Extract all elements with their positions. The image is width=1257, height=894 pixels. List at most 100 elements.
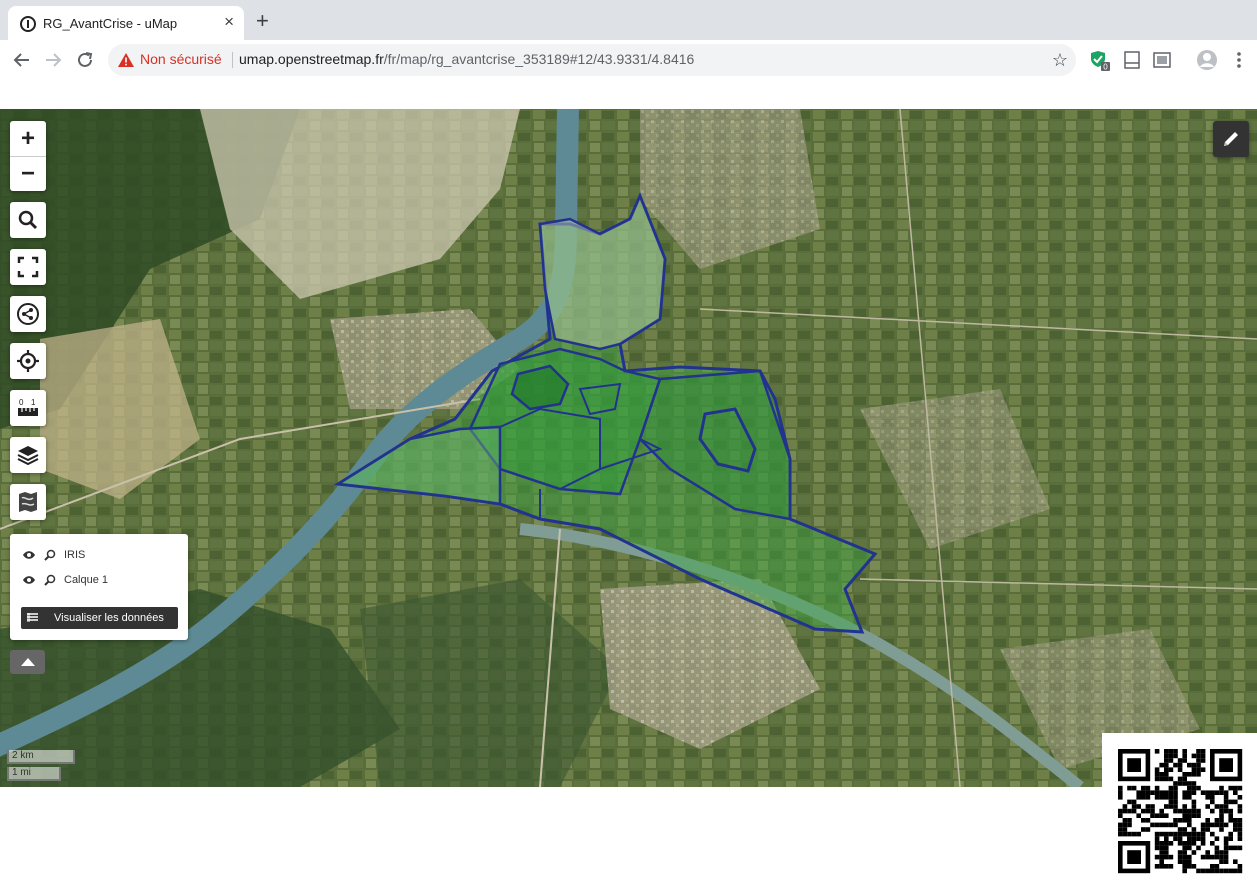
browser-menu-icon[interactable] [1228,49,1250,71]
eye-icon[interactable] [22,575,36,585]
qr-module [1233,785,1238,791]
view-data-button[interactable]: Visualiser les données [21,607,178,629]
qr-module [1122,804,1128,809]
zoom-in-button[interactable]: + [10,121,46,156]
share-button[interactable] [10,296,46,332]
qr-module [1154,767,1160,772]
qr-module [1228,818,1233,823]
qr-module [1159,808,1164,814]
qr-module [1154,795,1160,800]
layer-name[interactable]: IRIS [64,549,85,561]
qr-module [1237,831,1243,837]
locate-button[interactable] [10,343,46,379]
table-icon [27,613,38,622]
qr-module [1164,822,1169,828]
map-style-button[interactable] [10,484,46,520]
qr-module [1154,772,1160,777]
zoom-to-layer-icon[interactable] [44,549,56,561]
qr-module [1223,854,1229,860]
zoom-to-layer-icon[interactable] [44,574,56,586]
security-label[interactable]: Non sécurisé [140,51,222,67]
search-icon [18,210,38,230]
layers-button[interactable] [10,437,46,473]
map-canvas[interactable]: + − 01 IRIS Calque 1 Visualiser les donn… [0,109,1257,787]
eye-icon[interactable] [22,550,36,560]
qr-module [1182,790,1187,795]
screenshot-extension-icon[interactable] [1151,49,1173,71]
shield-extension-icon[interactable]: 0 [1089,49,1111,72]
qr-module [1210,790,1215,795]
measure-button[interactable]: 01 [10,390,46,426]
qr-module [1182,864,1187,869]
collapse-panel-button[interactable] [10,650,45,674]
qr-module [1136,813,1141,818]
qr-module [1182,850,1187,855]
layer-row-calque-1: Calque 1 [22,571,108,589]
qr-module [1205,790,1210,795]
qr-module [1200,827,1206,832]
qr-module [1187,795,1192,800]
qr-module [1187,841,1192,846]
qr-module [1210,868,1215,874]
reload-icon[interactable] [74,49,96,71]
qr-module [1150,790,1155,795]
qr-module [1196,785,1201,791]
qr-module [1228,799,1233,805]
edit-map-button[interactable] [1213,121,1249,157]
qr-module [1159,772,1164,777]
qr-module [1131,804,1137,809]
qr-module [1196,868,1201,874]
qr-module [1205,818,1210,823]
qr-module [1200,822,1206,828]
qr-module [1122,818,1128,823]
qr-module [1154,845,1160,851]
qr-module [1145,808,1151,814]
qr-module [1164,758,1169,763]
qr-module [1145,827,1151,832]
layer-name[interactable]: Calque 1 [64,574,108,586]
bookmark-star-icon[interactable]: ☆ [1052,50,1068,71]
fullscreen-button[interactable] [10,249,46,285]
qr-module [1173,808,1178,814]
qr-module [1228,808,1233,814]
address-bar[interactable]: Non sécurisé umap.openstreetmap.fr/fr/ma… [108,44,1076,76]
forward-arrow-icon[interactable] [42,49,64,71]
qr-module [1164,795,1169,800]
qr-module [1210,795,1215,800]
tab-close-icon[interactable]: × [224,13,234,31]
qr-module [1131,808,1137,814]
qr-module [1127,808,1132,814]
zoom-out-button[interactable]: − [10,156,46,191]
new-tab-button[interactable]: + [256,10,269,32]
back-arrow-icon[interactable] [11,49,33,71]
qr-module [1122,827,1128,832]
qr-module [1237,864,1243,869]
qr-module [1145,804,1151,809]
qr-module [1141,827,1146,832]
profile-avatar-icon[interactable] [1196,49,1218,71]
qr-module [1187,762,1192,768]
qr-module [1159,841,1164,846]
qr-module [1177,762,1183,768]
qr-module [1196,831,1201,837]
qr-module [1182,795,1187,800]
url-text[interactable]: umap.openstreetmap.fr/fr/map/rg_avantcri… [239,51,694,67]
qr-module [1159,850,1164,855]
qr-module [1228,836,1233,841]
qr-module [1127,818,1132,823]
qr-module [1159,776,1164,782]
qr-module [1150,804,1155,809]
qr-module [1145,790,1151,795]
qr-module [1187,822,1192,828]
search-button[interactable] [10,202,46,238]
qr-module [1182,845,1187,851]
qr-module [1200,854,1206,860]
qr-module [1159,822,1164,828]
qr-module [1159,854,1164,860]
qr-module [1200,790,1206,795]
qr-module [1177,854,1183,860]
browser-tab[interactable]: RG_AvantCrise - uMap × [8,6,244,40]
reader-extension-icon[interactable] [1121,49,1143,71]
qr-module [1219,785,1224,791]
qr-module [1191,836,1197,841]
